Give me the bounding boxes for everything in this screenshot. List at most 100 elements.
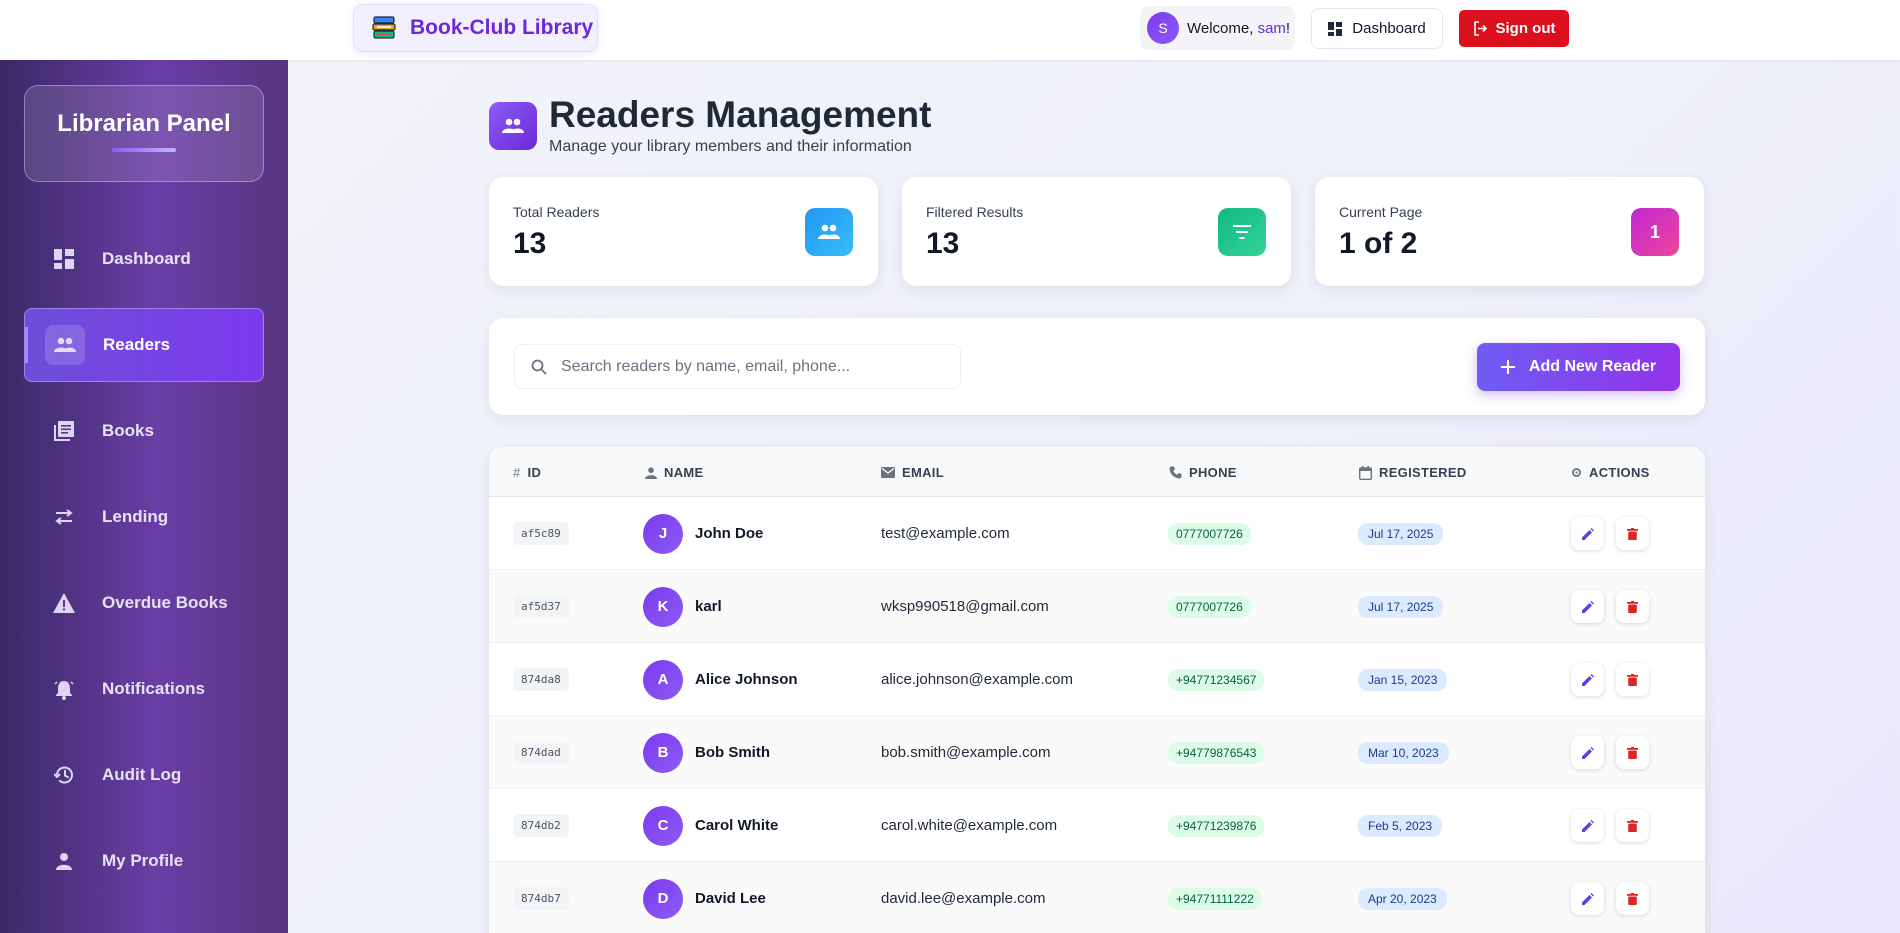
dashboard-button[interactable]: Dashboard bbox=[1311, 8, 1443, 49]
column-header-name[interactable]: NAME bbox=[645, 465, 703, 480]
email-icon bbox=[881, 467, 895, 478]
edit-button[interactable] bbox=[1571, 663, 1604, 696]
table-header: # ID NAME EMAIL PHONE REGISTERED ACTIONS bbox=[489, 447, 1705, 497]
edit-button[interactable] bbox=[1571, 517, 1604, 550]
stat-value: 13 bbox=[926, 227, 960, 260]
reader-avatar: K bbox=[643, 586, 683, 627]
reader-avatar: J bbox=[643, 513, 683, 554]
delete-button[interactable] bbox=[1616, 882, 1649, 915]
user-greeting: S Welcome, sam! bbox=[1140, 6, 1295, 50]
column-header-phone[interactable]: PHONE bbox=[1169, 465, 1237, 480]
sidebar-item-books[interactable]: Books bbox=[24, 394, 264, 468]
reader-id: af5d37 bbox=[513, 595, 569, 618]
history-icon bbox=[40, 765, 88, 785]
dashboard-icon bbox=[1328, 21, 1343, 36]
reader-registered-date: Jul 17, 2025 bbox=[1358, 595, 1444, 618]
pencil-icon bbox=[1581, 892, 1594, 905]
trash-icon bbox=[1627, 527, 1638, 540]
trash-icon bbox=[1627, 600, 1638, 613]
edit-button[interactable] bbox=[1571, 882, 1604, 915]
stat-card-filtered-results: Filtered Results 13 bbox=[902, 177, 1291, 286]
reader-id: 874da8 bbox=[513, 668, 569, 691]
delete-button[interactable] bbox=[1616, 517, 1649, 550]
reader-avatar: B bbox=[643, 732, 683, 773]
brand-title: Book-Club Library bbox=[410, 16, 594, 39]
reader-email: bob.smith@example.com bbox=[881, 744, 1051, 761]
trash-icon bbox=[1627, 892, 1638, 905]
sidebar-item-label: Readers bbox=[103, 335, 171, 354]
welcome-text: Welcome, sam! bbox=[1187, 20, 1290, 37]
search-input[interactable] bbox=[561, 357, 941, 376]
sidebar: Librarian Panel Dashboard Readers Books … bbox=[0, 60, 288, 933]
delete-button[interactable] bbox=[1616, 736, 1649, 769]
panel-title: Librarian Panel bbox=[57, 110, 231, 137]
reader-registered-date: Apr 20, 2023 bbox=[1358, 887, 1447, 910]
edit-button[interactable] bbox=[1571, 590, 1604, 623]
pencil-icon bbox=[1581, 819, 1594, 832]
user-avatar: S bbox=[1147, 12, 1179, 44]
readers-table: # ID NAME EMAIL PHONE REGISTERED ACTIONS… bbox=[489, 447, 1705, 933]
sidebar-item-overdue-books[interactable]: Overdue Books bbox=[24, 566, 264, 640]
page-subtitle: Manage your library members and their in… bbox=[549, 138, 912, 155]
trash-icon bbox=[1627, 746, 1638, 759]
person-icon bbox=[645, 466, 657, 479]
sidebar-item-label: Overdue Books bbox=[102, 593, 228, 612]
swap-icon bbox=[40, 509, 88, 525]
sign-out-label: Sign out bbox=[1495, 20, 1556, 37]
trash-icon bbox=[1627, 673, 1638, 686]
reader-name: John Doe bbox=[695, 525, 764, 542]
table-row[interactable]: 874dad B Bob Smith bob.smith@example.com … bbox=[489, 716, 1705, 789]
reader-id: 874db7 bbox=[513, 887, 569, 910]
reader-registered-date: Jan 15, 2023 bbox=[1358, 668, 1448, 691]
sign-out-button[interactable]: Sign out bbox=[1459, 10, 1569, 47]
column-header-email[interactable]: EMAIL bbox=[881, 465, 944, 480]
delete-button[interactable] bbox=[1616, 590, 1649, 623]
table-row[interactable]: af5c89 J John Doe test@example.com 077700… bbox=[489, 497, 1705, 570]
pencil-icon bbox=[1581, 673, 1594, 686]
people-icon bbox=[489, 102, 537, 150]
sidebar-item-dashboard[interactable]: Dashboard bbox=[24, 222, 264, 296]
sidebar-item-my-profile[interactable]: My Profile bbox=[24, 824, 264, 898]
column-header-id[interactable]: # ID bbox=[513, 465, 541, 480]
sidebar-item-lending[interactable]: Lending bbox=[24, 480, 264, 554]
sidebar-item-audit-log[interactable]: Audit Log bbox=[24, 738, 264, 812]
column-header-label: ACTIONS bbox=[1589, 465, 1650, 480]
reader-phone: +94771111222 bbox=[1168, 887, 1262, 910]
table-row[interactable]: af5d37 Kkarl wksp990518@gmail.com 077700… bbox=[489, 570, 1705, 643]
reader-registered-date: Feb 5, 2023 bbox=[1358, 814, 1443, 837]
column-header-registered[interactable]: REGISTERED bbox=[1359, 465, 1467, 480]
reader-email: test@example.com bbox=[881, 525, 1010, 542]
reader-phone: 0777007726 bbox=[1168, 595, 1251, 618]
reader-name: Alice Johnson bbox=[695, 671, 798, 688]
column-header-label: EMAIL bbox=[902, 465, 944, 480]
sidebar-item-readers[interactable]: Readers bbox=[24, 308, 264, 382]
table-row[interactable]: 874db7 D David Lee david.lee@example.com … bbox=[489, 862, 1705, 933]
plus-icon bbox=[1500, 360, 1515, 374]
dashboard-button-label: Dashboard bbox=[1352, 20, 1426, 37]
add-new-reader-label: Add New Reader bbox=[1528, 358, 1657, 375]
reader-registered-date: Mar 10, 2023 bbox=[1358, 741, 1449, 764]
sidebar-item-notifications[interactable]: Notifications bbox=[24, 652, 264, 726]
sidebar-item-label: Audit Log bbox=[102, 765, 182, 784]
stat-label: Filtered Results bbox=[926, 204, 1024, 220]
top-bar: Book-Club Library S Welcome, sam! Dashbo… bbox=[0, 0, 1900, 60]
stat-label: Total Readers bbox=[513, 204, 600, 220]
people-icon bbox=[805, 208, 853, 256]
delete-button[interactable] bbox=[1616, 663, 1649, 696]
reader-name: Bob Smith bbox=[695, 744, 770, 761]
edit-button[interactable] bbox=[1571, 809, 1604, 842]
people-icon bbox=[45, 325, 85, 365]
welcome-suffix: ! bbox=[1285, 19, 1291, 37]
delete-button[interactable] bbox=[1616, 809, 1649, 842]
reader-email: wksp990518@gmail.com bbox=[881, 598, 1049, 615]
table-row[interactable]: 874da8 A Alice Johnson alice.johnson@exam… bbox=[489, 643, 1705, 716]
brand-logo-link[interactable]: Book-Club Library bbox=[353, 4, 598, 52]
page-title: Readers Management bbox=[549, 94, 932, 135]
edit-button[interactable] bbox=[1571, 736, 1604, 769]
books-icon bbox=[372, 16, 396, 39]
table-row[interactable]: 874db2 C Carol White carol.white@example.… bbox=[489, 789, 1705, 862]
reader-id: 874db2 bbox=[513, 814, 569, 837]
add-new-reader-button[interactable]: Add New Reader bbox=[1477, 343, 1680, 391]
pencil-icon bbox=[1581, 600, 1594, 613]
filter-icon bbox=[1218, 208, 1266, 256]
